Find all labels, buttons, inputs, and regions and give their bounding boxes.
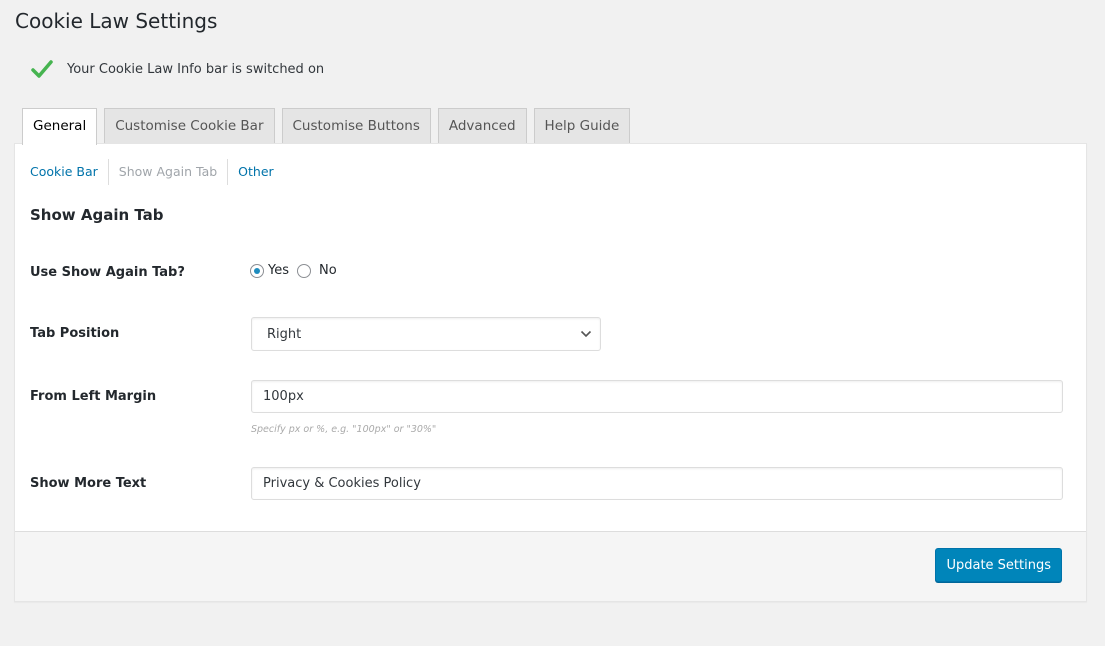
use-show-again-label: Use Show Again Tab?	[30, 265, 185, 280]
radio-no-label[interactable]: No	[319, 263, 337, 278]
left-margin-label: From Left Margin	[30, 389, 157, 404]
tab-position-value: Right	[267, 326, 302, 342]
radio-no[interactable]	[297, 263, 311, 278]
show-more-text-input[interactable]	[251, 467, 1063, 500]
radio-yes[interactable]	[250, 263, 264, 278]
subnav-show-again-tab[interactable]: Show Again Tab	[109, 159, 229, 185]
tab-position-label: Tab Position	[30, 326, 120, 341]
status-notice: Your Cookie Law Info bar is switched on	[31, 58, 324, 80]
page-title: Cookie Law Settings	[15, 9, 218, 33]
panel-footer: Update Settings	[15, 531, 1086, 601]
radio-yes-label[interactable]: Yes	[268, 263, 289, 278]
notice-message: Your Cookie Law Info bar is switched on	[67, 61, 325, 77]
tab-help-guide[interactable]: Help Guide	[533, 108, 631, 143]
tab-customise-buttons[interactable]: Customise Buttons	[281, 108, 431, 143]
tab-general[interactable]: General	[22, 108, 98, 145]
settings-panel: Cookie Bar Show Again Tab Other Show Aga…	[14, 143, 1087, 602]
left-margin-hint: Specify px or %, e.g. "100px" or "30%"	[251, 424, 437, 435]
show-more-text-label: Show More Text	[30, 476, 147, 491]
subnav-other[interactable]: Other	[228, 159, 284, 185]
tab-position-select[interactable]: Right	[251, 317, 601, 351]
settings-tabs: General Customise Cookie Bar Customise B…	[22, 108, 637, 145]
tab-customise-cookie-bar[interactable]: Customise Cookie Bar	[104, 108, 275, 143]
subnav-cookie-bar[interactable]: Cookie Bar	[30, 159, 109, 185]
tab-advanced[interactable]: Advanced	[437, 108, 527, 143]
subnav: Cookie Bar Show Again Tab Other	[30, 159, 284, 185]
section-title: Show Again Tab	[30, 206, 164, 224]
chevron-down-icon	[580, 330, 592, 338]
check-icon	[31, 60, 53, 78]
left-margin-input[interactable]	[251, 380, 1063, 413]
use-show-again-radio-group: Yes No	[250, 263, 345, 278]
update-settings-button[interactable]: Update Settings	[935, 548, 1062, 582]
